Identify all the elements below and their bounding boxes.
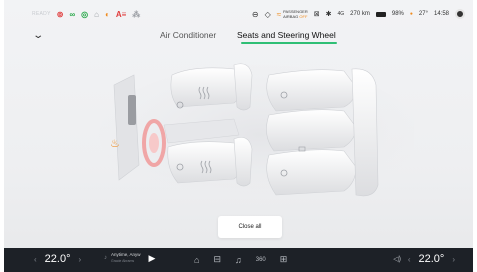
signal-label: 4G — [337, 11, 345, 17]
clock: 14:58 — [433, 11, 449, 17]
battery-label: 98% — [391, 11, 404, 17]
passenger-temp-control: ‹ 22.0° › — [408, 253, 455, 265]
abs-icon: A≡ — [115, 9, 127, 19]
status-bar: READY ⊚ ∞ ◎ ⌂ ◐ A≡ ⁂ ⊖ ◇ ≈ PASSENGER AIR… — [12, 6, 465, 22]
airbag-icon: ≈ — [276, 9, 282, 19]
driver-temp-decrease[interactable]: ‹ — [34, 255, 37, 264]
play-icon[interactable]: ▶ — [149, 253, 156, 264]
camera-off-icon: ⊠ — [313, 11, 320, 18]
front-driver-backrest — [233, 137, 253, 187]
rear-backrest — [351, 68, 379, 197]
headlight-icon: ◐ — [104, 9, 110, 19]
bottom-dock: ‹ 22.0° › ♪ Anytime, Anyw Gracie Abrams … — [4, 248, 473, 272]
active-tab-indicator — [241, 42, 337, 44]
ready-label: READY — [32, 11, 51, 17]
passenger-temp-increase[interactable]: › — [452, 255, 455, 264]
car-icon[interactable]: ⊟ — [213, 254, 221, 265]
apps-grid-icon[interactable]: ⊞ — [280, 254, 288, 265]
bluetooth-icon: ✱ — [325, 11, 332, 18]
dock-app-icons: ⌂ ⊟ ♫ 360 ⊞ — [194, 254, 287, 265]
360-camera-icon[interactable]: 360 — [256, 257, 266, 263]
screen: READY ⊚ ∞ ◎ ⌂ ◐ A≡ ⁂ ⊖ ◇ ≈ PASSENGER AIR… — [0, 0, 477, 272]
battery-icon — [375, 11, 386, 17]
driver-temp-increase[interactable]: › — [78, 255, 81, 264]
passenger-airbag-indicator: ≈ PASSENGER AIRBAG OFF — [277, 9, 308, 19]
airbag-line2: AIRBAG — [283, 14, 299, 19]
passenger-temp-value[interactable]: 22.0° — [419, 253, 445, 265]
steering-wheel-heat-icon[interactable]: ♨ — [110, 137, 120, 150]
tire-pressure-icon: ⊚ — [56, 9, 64, 19]
airbag-state: OFF — [299, 14, 308, 19]
passenger-temp-decrease[interactable]: ‹ — [408, 255, 411, 264]
rear-right-seat[interactable] — [266, 69, 357, 112]
car-status-icon: ⊖ — [251, 9, 259, 19]
seatbelt-icon: ⁂ — [132, 9, 141, 19]
front-driver-seat[interactable] — [167, 141, 245, 184]
music-note-icon: ♪ — [104, 255, 107, 261]
music-icon[interactable]: ♫ — [235, 255, 242, 265]
driver-temp-value[interactable]: 22.0° — [45, 253, 71, 265]
music-widget[interactable]: ♪ Anytime, Anyw Gracie Abrams ▶ — [104, 252, 155, 264]
rear-left-seat[interactable] — [266, 149, 357, 196]
front-passenger-backrest — [233, 63, 253, 111]
location-icon: ◇ — [264, 9, 271, 19]
tab-air-conditioner[interactable]: Air Conditioner — [160, 30, 216, 40]
alert-dot-icon: ● — [409, 11, 413, 17]
car-illustration — [99, 63, 419, 205]
home-icon[interactable]: ⌂ — [194, 255, 199, 265]
outside-temp: 27° — [418, 11, 428, 17]
chevron-down-icon[interactable]: ⌄ — [32, 30, 44, 41]
volume-icon[interactable]: ◁) — [393, 255, 401, 263]
range-label: 270 km — [350, 11, 370, 17]
top-nav: ⌄ Air Conditioner Seats and Steering Whe… — [4, 28, 473, 46]
close-all-button[interactable]: Close all — [218, 216, 282, 238]
status-right: ⊖ ◇ ≈ PASSENGER AIRBAG OFF ⊠ ✱ 4G 270 km… — [252, 9, 465, 19]
tab-seats-steering[interactable]: Seats and Steering Wheel — [237, 30, 336, 40]
lane-assist-icon: ⌂ — [94, 9, 99, 19]
rear-middle-seat — [266, 109, 357, 152]
center-screen — [128, 95, 136, 125]
profile-avatar[interactable] — [455, 9, 465, 19]
parking-lights-icon: ∞ — [69, 9, 76, 19]
auto-lights-icon: ◎ — [81, 9, 89, 19]
car-seat-diagram — [94, 55, 419, 205]
steering-wheel-hub — [149, 133, 159, 153]
song-artist: Gracie Abrams — [111, 259, 135, 263]
driver-temp-control: ‹ 22.0° › — [34, 253, 81, 265]
